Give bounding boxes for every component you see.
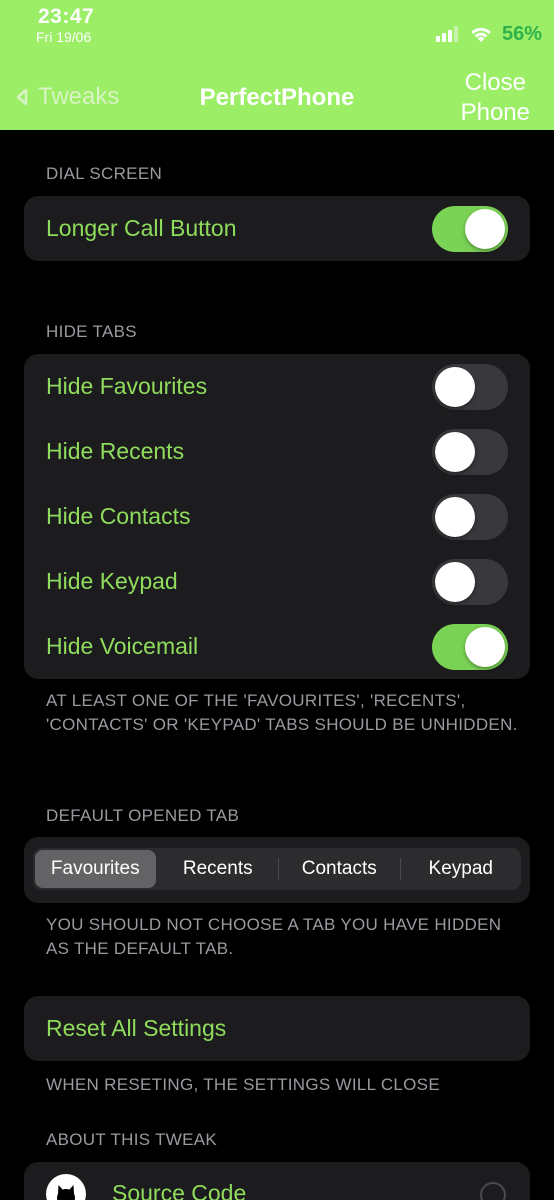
dial-screen-group: Longer Call Button <box>24 196 530 261</box>
toggle-hide-keypad[interactable] <box>432 558 508 605</box>
hide-tabs-group: Hide Favourites Hide Recents Hide Contac… <box>24 354 530 679</box>
battery-percentage: 56% <box>501 22 542 45</box>
status-indicators: 56% <box>435 22 542 46</box>
row-hide-recents: Hide Recents <box>24 419 530 484</box>
row-label: Hide Contacts <box>46 503 191 529</box>
row-hide-keypad: Hide Keypad <box>24 549 530 614</box>
toggle-knob <box>465 208 505 249</box>
status-date: Fri 19/06 <box>36 29 92 45</box>
toggle-hide-voicemail[interactable] <box>432 623 508 670</box>
header-bar: 23:47 Fri 19/06 56% Tweaks PerfectPhone … <box>0 0 554 130</box>
section-header-hide-tabs: HIDE TABS <box>46 322 137 341</box>
reset-all-settings-button[interactable]: Reset All Settings <box>24 996 530 1061</box>
segment-track: Favourites Recents Contacts Keypad <box>33 848 521 890</box>
row-hide-voicemail: Hide Voicemail <box>24 614 530 679</box>
toggle-knob <box>435 496 475 537</box>
section-header-dial-screen: DIAL SCREEN <box>46 164 163 183</box>
default-tab-segmented-control: Favourites Recents Contacts Keypad <box>24 837 530 903</box>
reset-footer: WHEN RESETING, THE SETTINGS WILL CLOSE <box>46 1075 440 1094</box>
segment-recents[interactable]: Recents <box>158 848 279 890</box>
toggle-knob <box>465 626 505 667</box>
row-label: Hide Favourites <box>46 373 208 399</box>
wifi-icon <box>471 27 491 42</box>
toggle-hide-contacts[interactable] <box>432 493 508 540</box>
toggle-longer-call-button[interactable] <box>432 205 508 252</box>
section-header-about: ABOUT THIS TWEAK <box>46 1130 218 1149</box>
row-hide-contacts: Hide Contacts <box>24 484 530 549</box>
toggle-knob <box>435 561 475 602</box>
signal-icon <box>435 26 458 42</box>
row-label: Longer Call Button <box>46 215 237 241</box>
row-label: Hide Recents <box>46 438 185 464</box>
segment-favourites[interactable]: Favourites <box>35 850 156 888</box>
toggle-hide-favourites[interactable] <box>432 363 508 410</box>
status-time: 23:47 <box>38 5 95 28</box>
github-icon <box>46 1174 86 1200</box>
row-longer-call-button: Longer Call Button <box>24 196 530 261</box>
toggle-knob <box>435 366 475 407</box>
section-header-default-tab: DEFAULT OPENED TAB <box>46 806 240 825</box>
source-code-label: Source Code <box>112 1180 247 1200</box>
row-label: Hide Voicemail <box>46 633 199 659</box>
toggle-knob <box>435 431 475 472</box>
segment-keypad[interactable]: Keypad <box>401 848 522 890</box>
close-phone-line1: Close <box>464 69 526 96</box>
segment-contacts[interactable]: Contacts <box>279 848 400 890</box>
close-phone-line2: Phone <box>460 99 530 126</box>
source-code-row[interactable]: Source Code <box>24 1162 530 1200</box>
close-phone-button[interactable]: Close Phone <box>461 68 530 128</box>
row-label: Hide Keypad <box>46 568 178 594</box>
hide-tabs-footer: AT LEAST ONE OF THE 'FAVOURITES', 'RECEN… <box>46 691 518 734</box>
toggle-hide-recents[interactable] <box>432 428 508 475</box>
link-icon <box>480 1182 506 1200</box>
reset-label: Reset All Settings <box>46 1015 227 1041</box>
default-tab-footer: YOU SHOULD NOT CHOOSE A TAB YOU HAVE HID… <box>46 915 502 958</box>
row-hide-favourites: Hide Favourites <box>24 354 530 419</box>
